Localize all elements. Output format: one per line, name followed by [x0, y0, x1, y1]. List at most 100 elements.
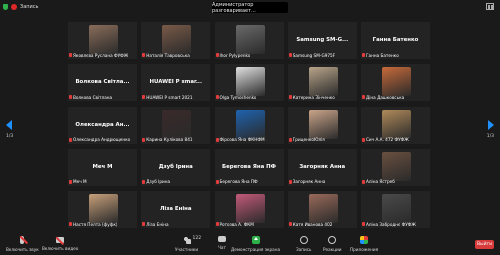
participant-tile[interactable]: Волкова Світла... Волкова Світлана: [67, 63, 138, 103]
participant-tile[interactable]: Катя Иванова 402: [286, 190, 358, 229]
chat-label: Чат: [218, 245, 226, 250]
participant-tile[interactable]: Аліна Ястреб: [360, 147, 431, 187]
participant-tile[interactable]: Samsung SM-G... Samsung SM-G975F: [286, 21, 358, 60]
participant-label: Катя Иванова 402: [288, 221, 332, 227]
share-screen-button[interactable]: Демонстрация экрана: [231, 236, 280, 252]
participant-tile[interactable]: Карина Кулікова 841: [140, 105, 212, 145]
participant-label: Наталія Тавровська: [142, 52, 190, 58]
participant-tile[interactable]: Ліза Еніна Ліза Еніна: [140, 190, 212, 229]
participant-tile[interactable]: Меч М Меч М: [67, 147, 138, 187]
participant-tile[interactable]: Загорняк Анна Загорняк Анна: [286, 147, 358, 187]
participant-name: Ihor Pylypenko: [219, 52, 251, 58]
participant-label: Ліза Еніна: [142, 221, 169, 227]
participant-name: Фірсова Яна ФКНФМ: [219, 137, 265, 142]
muted-mic-icon: [69, 95, 72, 100]
muted-mic-icon: [69, 222, 72, 226]
leave-meeting-button[interactable]: Выйти: [475, 240, 494, 249]
participant-tile[interactable]: Дзуб Ірина Дзуб Ірина: [140, 147, 212, 187]
participant-label: Меч М: [69, 179, 87, 185]
participant-label: Волкова Світлана: [69, 94, 112, 100]
participant-label: Яковлєва Руслана ФУФЖ: [69, 52, 128, 58]
participant-name: Ганна Батенко: [366, 52, 399, 58]
participant-tile[interactable]: Настя Пелта (фуфк): [67, 190, 138, 229]
muted-mic-icon: [215, 179, 219, 184]
record-icon: [299, 236, 308, 244]
participant-photo: [235, 25, 265, 54]
page-indicator-left: 1/3: [6, 134, 14, 139]
record-button[interactable]: Запись: [296, 236, 311, 252]
page-indicator-right: 1/3: [486, 134, 494, 139]
participant-name: ГриценкоЮлія: [292, 137, 325, 142]
speaker-banner: Администратор разговаривает...: [212, 2, 288, 14]
participant-name: Катерина Зінченко: [292, 94, 335, 100]
participant-label: Olga Tymoshenko: [215, 94, 256, 100]
participant-tile[interactable]: Берегова Яна ПФ Берегова Яна ПФ: [213, 147, 285, 187]
reactions-button[interactable]: Реакции: [323, 236, 342, 252]
next-page-arrow-icon[interactable]: [488, 120, 494, 130]
participant-display-name: Ганна Батенко: [372, 37, 419, 43]
participant-tile[interactable]: Olga Tymoshenko: [213, 63, 285, 103]
participant-photo: [89, 194, 118, 223]
unmute-label: Включить звук: [6, 247, 39, 252]
participant-tile[interactable]: Сич А.А. 472 ФУФЖ: [360, 105, 431, 145]
muted-mic-icon: [69, 53, 72, 57]
participant-photo: [235, 109, 265, 139]
participant-tile[interactable]: Наталія Тавровська: [140, 21, 212, 60]
participant-tile[interactable]: Катерина Зінченко: [286, 63, 358, 103]
chat-button[interactable]: Чат: [218, 236, 226, 250]
participant-label: Фірсова Яна ФКНФМ: [215, 137, 265, 143]
participant-tile[interactable]: Ротозва А. ФКМ: [213, 190, 285, 229]
participant-label: Samsung SM-G975F: [288, 52, 336, 58]
participant-name: Меч М: [73, 179, 87, 185]
participant-label: Аліна Заброднє ФУФЖ: [362, 221, 416, 227]
participant-photo: [235, 194, 265, 223]
participant-tile[interactable]: HUAWEI P smar... HUAWEI P smart 2021: [140, 63, 212, 103]
participant-tile[interactable]: Діна Дашковська: [360, 63, 431, 103]
apps-button[interactable]: Приложения: [350, 236, 378, 252]
camera-icon: [56, 236, 65, 245]
participant-photo: [308, 67, 338, 97]
participant-photo: [308, 194, 338, 223]
participant-label: Катерина Зінченко: [288, 94, 335, 100]
participant-label: Карина Кулікова 841: [142, 137, 193, 143]
participant-label: HUAWEI P smart 2021: [142, 94, 193, 100]
muted-mic-icon: [142, 53, 146, 57]
participant-display-name: HUAWEI P smar...: [149, 79, 203, 86]
unmute-button[interactable]: Включить звук: [6, 235, 39, 252]
muted-mic-icon: [215, 137, 219, 142]
muted-mic-icon: [215, 95, 219, 100]
muted-mic-icon: [288, 53, 292, 57]
participant-tile[interactable]: Фірсова Яна ФКНФМ: [213, 105, 285, 145]
participant-name: Samsung SM-G975F: [292, 52, 336, 58]
participant-photo: [162, 109, 192, 139]
participant-label: Ганна Батенко: [362, 52, 399, 58]
participant-photo: [382, 151, 411, 181]
muted-mic-icon: [69, 137, 72, 142]
start-video-button[interactable]: Включить видео: [42, 236, 78, 251]
participant-tile[interactable]: Аліна Заброднє ФУФЖ: [360, 190, 431, 229]
muted-mic-icon: [362, 137, 365, 142]
participant-tile[interactable]: ГриценкоЮлія: [286, 105, 358, 145]
gallery-view-icon[interactable]: [486, 3, 494, 10]
participant-label: Берегова Яна ПФ: [215, 179, 258, 185]
participant-label: Ротозва А. ФКМ: [215, 221, 254, 227]
participant-name: HUAWEI P smart 2021: [146, 94, 193, 100]
recording-indicator[interactable]: Запись: [3, 2, 38, 11]
participant-tile[interactable]: Ihor Pylypenko: [213, 21, 285, 60]
participant-photo: [235, 67, 265, 97]
muted-mic-icon: [362, 95, 365, 100]
participants-icon: 122: [182, 236, 201, 244]
muted-mic-icon: [288, 222, 292, 226]
recording-label: Запись: [20, 3, 39, 10]
previous-page-arrow-icon[interactable]: [6, 120, 12, 130]
participant-display-name: Ліза Еніна: [159, 206, 192, 212]
start-video-label: Включить видео: [42, 246, 79, 251]
participant-tile[interactable]: Олександра Ан... Олександра Андрющенко: [67, 105, 138, 145]
participant-tile[interactable]: Яковлєва Руслана ФУФЖ: [67, 21, 138, 60]
participant-tile[interactable]: Ганна Батенко Ганна Батенко: [360, 21, 431, 60]
participants-button[interactable]: 122 Участники: [175, 236, 201, 252]
muted-mic-icon: [362, 179, 365, 184]
participant-name: Дзуб Ірина: [146, 179, 171, 185]
participant-photo: [89, 25, 118, 54]
participants-label: Участники: [175, 247, 199, 252]
